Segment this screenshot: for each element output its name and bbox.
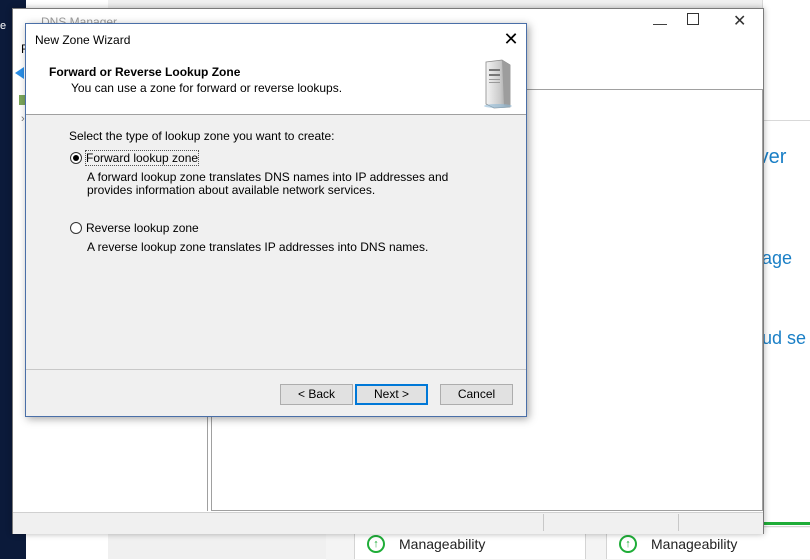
status-bar — [13, 512, 763, 534]
server-icon — [484, 59, 512, 109]
background-panel — [764, 394, 810, 526]
manageability-label: Manageability — [651, 535, 738, 552]
up-arrow-icon: ↑ — [619, 534, 637, 553]
dialog-title: New Zone Wizard — [35, 33, 131, 47]
background-panel — [762, 0, 810, 120]
divider — [26, 369, 526, 370]
next-button[interactable]: Next > — [355, 384, 428, 405]
status-divider — [678, 514, 679, 531]
reverse-lookup-label[interactable]: Reverse lookup zone — [86, 221, 199, 235]
close-button[interactable]: ✕ — [500, 28, 522, 50]
wizard-header: Forward or Reverse Lookup Zone You can u… — [26, 54, 526, 115]
forward-lookup-radio[interactable] — [70, 152, 82, 164]
wizard-page-subtitle: You can use a zone for forward or revers… — [71, 81, 343, 95]
status-bar-green — [764, 522, 810, 525]
dialog-titlebar: New Zone Wizard ✕ — [26, 24, 526, 54]
cancel-button[interactable]: Cancel — [440, 384, 513, 405]
forward-lookup-label[interactable]: Forward lookup zone — [84, 150, 200, 166]
minimize-button[interactable]: — — [653, 15, 667, 31]
manageability-label: Manageability — [399, 535, 486, 552]
desktop-label: e — [0, 20, 7, 32]
maximize-button[interactable] — [687, 13, 699, 25]
back-button[interactable]: < Back — [280, 384, 353, 405]
wizard-body: Select the type of lookup zone you want … — [26, 115, 526, 369]
status-divider — [543, 514, 544, 531]
reverse-lookup-description: A reverse lookup zone translates IP addr… — [87, 240, 429, 254]
back-arrow-icon[interactable] — [15, 67, 24, 79]
up-arrow-icon: ↑ — [367, 534, 385, 553]
close-button[interactable]: ✕ — [733, 11, 746, 31]
lookup-zone-prompt: Select the type of lookup zone you want … — [69, 129, 335, 143]
reverse-lookup-radio[interactable] — [70, 222, 82, 234]
forward-lookup-description: A forward lookup zone translates DNS nam… — [87, 170, 449, 197]
wizard-page-title: Forward or Reverse Lookup Zone — [49, 65, 241, 79]
new-zone-wizard-dialog: New Zone Wizard ✕ Forward or Reverse Loo… — [25, 23, 527, 417]
